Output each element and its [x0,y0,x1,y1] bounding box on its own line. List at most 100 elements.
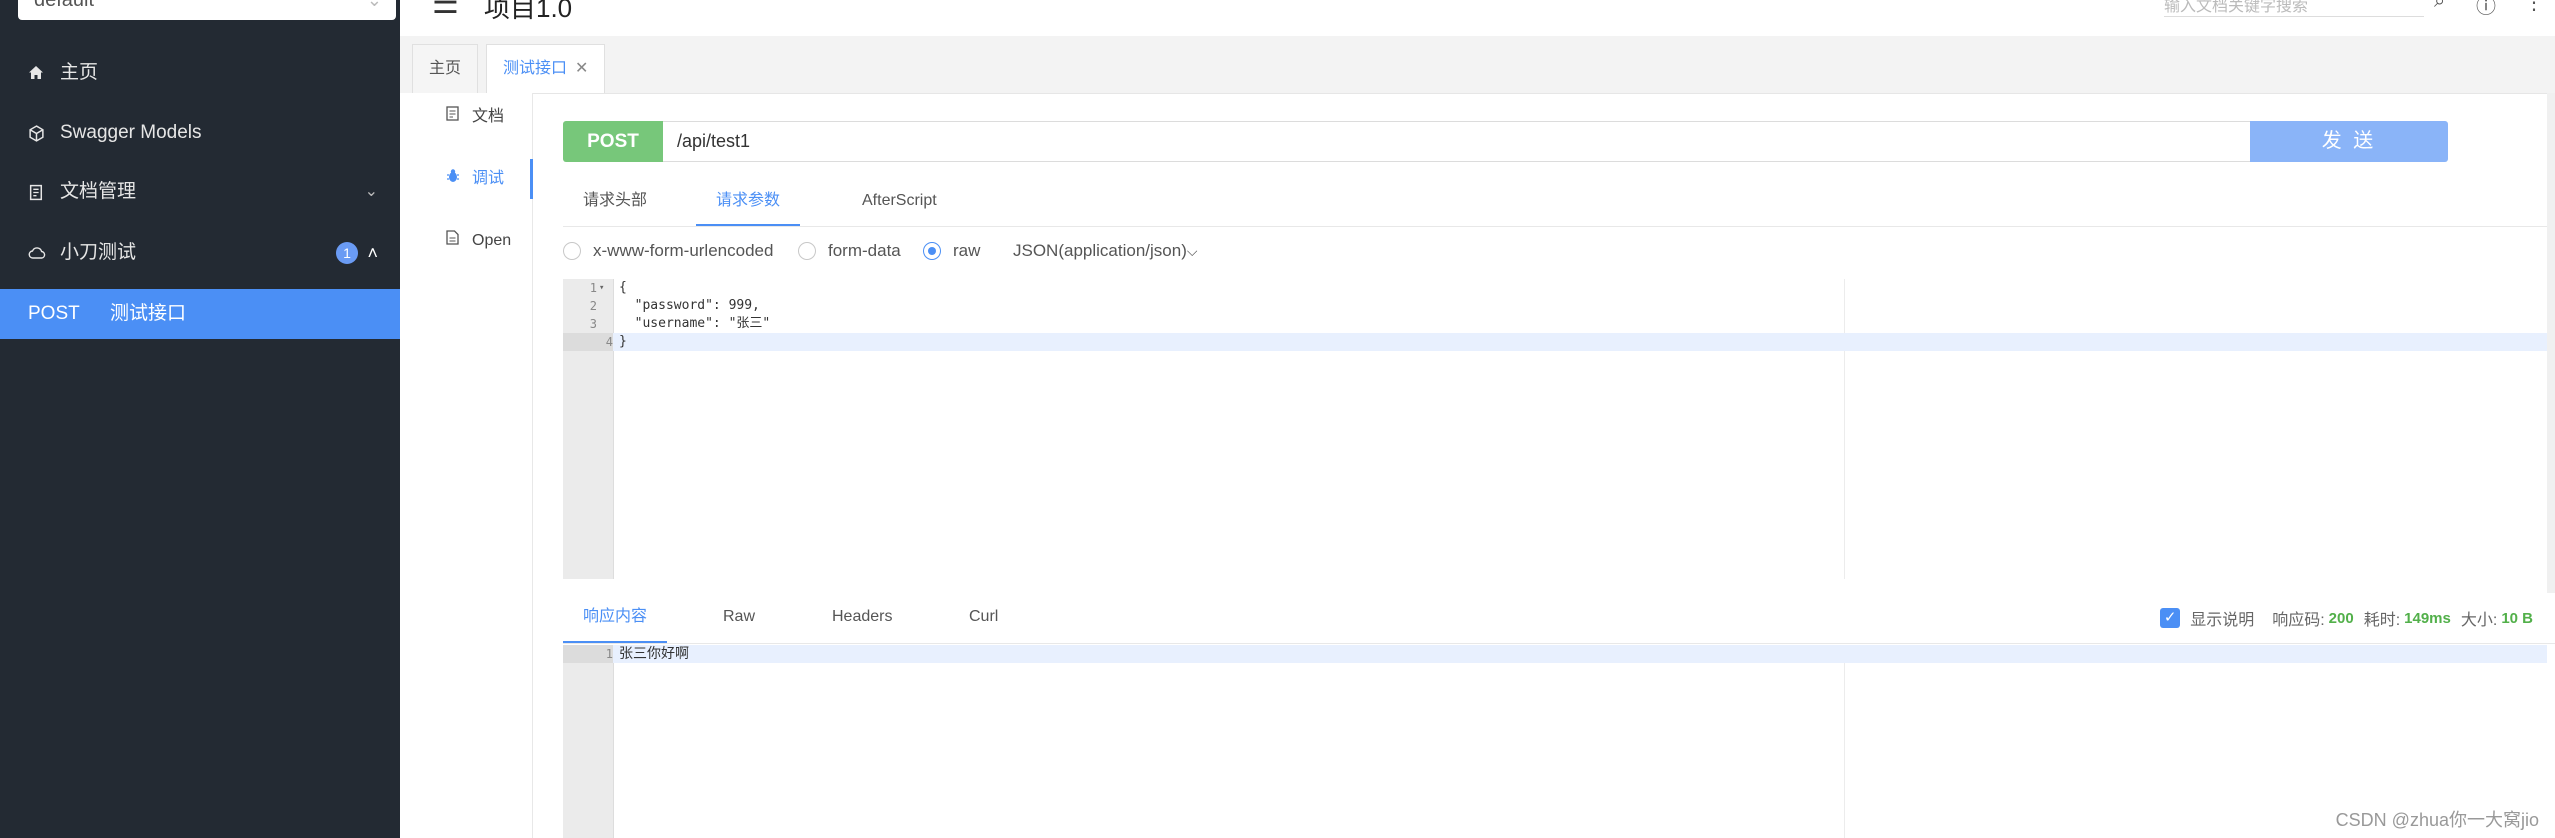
line-number: 1 [589,281,597,295]
top-header: ☰ 项目1.0 输入文档关键字搜索 ⌕ ⓘ ⋮ [400,0,2555,37]
request-body-editor[interactable]: 1 ▾ { 2 "password": 999, 3 "username": "… [563,279,2547,579]
document-icon [446,97,459,137]
radio-urlencoded[interactable]: x-www-form-urlencoded [563,236,773,266]
param-tabs: 请求头部 请求参数 AfterScript [563,178,2555,227]
sidebar-item-xiaodao-test[interactable]: 小刀测试 1 ˄ [0,225,400,281]
tab-response-content[interactable]: 响应内容 [563,593,668,643]
close-icon[interactable]: ✕ [575,60,588,77]
chevron-down-icon: ⌵ [1186,243,1198,259]
radio-raw[interactable]: raw [923,236,980,266]
sidebar-item-doc-manage[interactable]: 文档管理 ⌄ [0,164,400,220]
radio-label: x-www-form-urlencoded [593,241,774,260]
sidebar: default ⌄ 主页 Swagger Models 文档管理 ⌄ 小刀测试 … [0,0,400,838]
code-text: { [619,280,627,295]
tab-headers[interactable]: Headers [832,593,892,643]
radio-form-data[interactable]: form-data [798,236,901,266]
scrollbar[interactable] [2547,93,2555,593]
file-icon [446,221,459,261]
sidebar-item-label: 主页 [60,62,99,83]
editor-gutter [563,645,614,838]
line-number: 4 [563,333,613,351]
tab-home[interactable]: 主页 [412,44,479,93]
search-input[interactable]: 输入文档关键字搜索 [2164,0,2424,17]
tab-request-params[interactable]: 请求参数 [696,178,801,226]
help-icon[interactable]: ⓘ [2476,0,2496,19]
show-desc-label[interactable]: 显示说明 [2190,606,2254,630]
subnav-doc[interactable]: 文档 [400,97,532,137]
sidebar-item-api-test[interactable]: POST 测试接口 [0,289,400,339]
size-label: 大小: [2460,612,2498,629]
time-value: 149ms [2404,609,2451,627]
api-label: 测试接口 [110,303,187,324]
search-icon[interactable]: ⌕ [2434,0,2445,13]
send-button[interactable]: 发 送 [2250,121,2448,162]
document-icon [28,164,45,220]
project-title: 项目1.0 [484,0,573,23]
count-badge: 1 [336,242,358,264]
tab-api-test[interactable]: 测试接口 ✕ [486,44,606,93]
time-label: 耗时: [2363,612,2401,629]
chevron-down-icon: ⌄ [366,0,382,10]
response-tabs: 响应内容 Raw Headers Curl ✓ 显示说明 响应码: 200 耗时… [563,593,2555,644]
response-body-editor[interactable]: 1 张三你好啊 [563,645,2547,838]
radio-label: raw [953,241,981,260]
subnav-debug[interactable]: 调试 [400,159,533,199]
radio-dot [563,242,581,260]
cloud-icon [28,225,46,281]
tab-curl[interactable]: Curl [969,593,998,643]
chevron-up-icon: ˄ [367,243,378,263]
subnav-open[interactable]: Open [400,221,532,261]
line-number: 1 [563,645,613,663]
method-select[interactable]: POST [563,121,663,162]
tab-label: 主页 [429,60,462,77]
fold-arrow-icon[interactable]: ▾ [599,279,604,297]
line-number: 3 [589,317,597,331]
content-type-value: JSON(application/json) [1013,241,1187,260]
chevron-down-icon: ⌄ [364,183,378,200]
sidebar-item-home[interactable]: 主页 [0,45,400,101]
radio-label: form-data [828,241,901,260]
tabs-bar: 主页 测试接口 ✕ [400,36,2555,94]
response-info: ✓ 显示说明 响应码: 200 耗时: 149ms 大小: 10 B [2160,593,2533,643]
more-icon[interactable]: ⋮ [2524,0,2544,15]
code-text: "password": 999, [619,298,760,313]
line-number: 2 [589,299,597,313]
watermark-text: CSDN @zhua你一大窝jio [2335,810,2539,830]
sidebar-item-label: Swagger Models [60,122,202,143]
sidebar-item-label: 小刀测试 [60,242,137,263]
sidebar-item-swagger-models[interactable]: Swagger Models [0,105,400,161]
subnav-label: 调试 [472,170,505,187]
code-line: 3 "username": "张三" [563,315,2547,333]
url-input[interactable]: /api/test1 [663,121,2351,162]
radio-dot-selected [923,242,941,260]
status-code-value: 200 [2328,609,2354,627]
cube-icon [28,105,45,161]
secondary-nav: 文档 调试 Open [400,93,533,838]
group-select[interactable]: default ⌄ [18,0,396,20]
bug-icon [446,159,460,199]
subnav-label: Open [472,232,512,249]
method-label: POST [28,303,80,324]
code-line: 1 ▾ { [563,279,2547,297]
checkbox-checked-icon[interactable]: ✓ [2160,608,2181,628]
tab-raw[interactable]: Raw [723,593,755,643]
size-value: 10 B [2501,609,2533,627]
content-type-select[interactable]: JSON(application/json)⌵ [1013,236,1197,266]
code-text: } [619,334,627,349]
tab-label: 测试接口 [503,60,568,77]
code-text: "username": "张三" [619,316,771,331]
tab-request-headers[interactable]: 请求头部 [583,178,647,226]
code-line: 2 "password": 999, [563,297,2547,315]
subnav-label: 文档 [472,108,505,125]
print-margin [1844,645,1845,838]
status-code-label: 响应码: [2272,612,2325,629]
code-line-active: 1 张三你好啊 [563,645,2547,663]
tab-after-script[interactable]: AfterScript [862,178,937,226]
sidebar-item-label: 文档管理 [60,181,137,202]
code-line-active: 4 } [563,333,2547,351]
code-text: 张三你好啊 [619,646,689,662]
menu-icon[interactable]: ☰ [432,0,459,21]
radio-dot [798,242,816,260]
request-line: POST /api/test1 发 送 [563,121,2448,162]
group-select-value: default [34,0,95,11]
